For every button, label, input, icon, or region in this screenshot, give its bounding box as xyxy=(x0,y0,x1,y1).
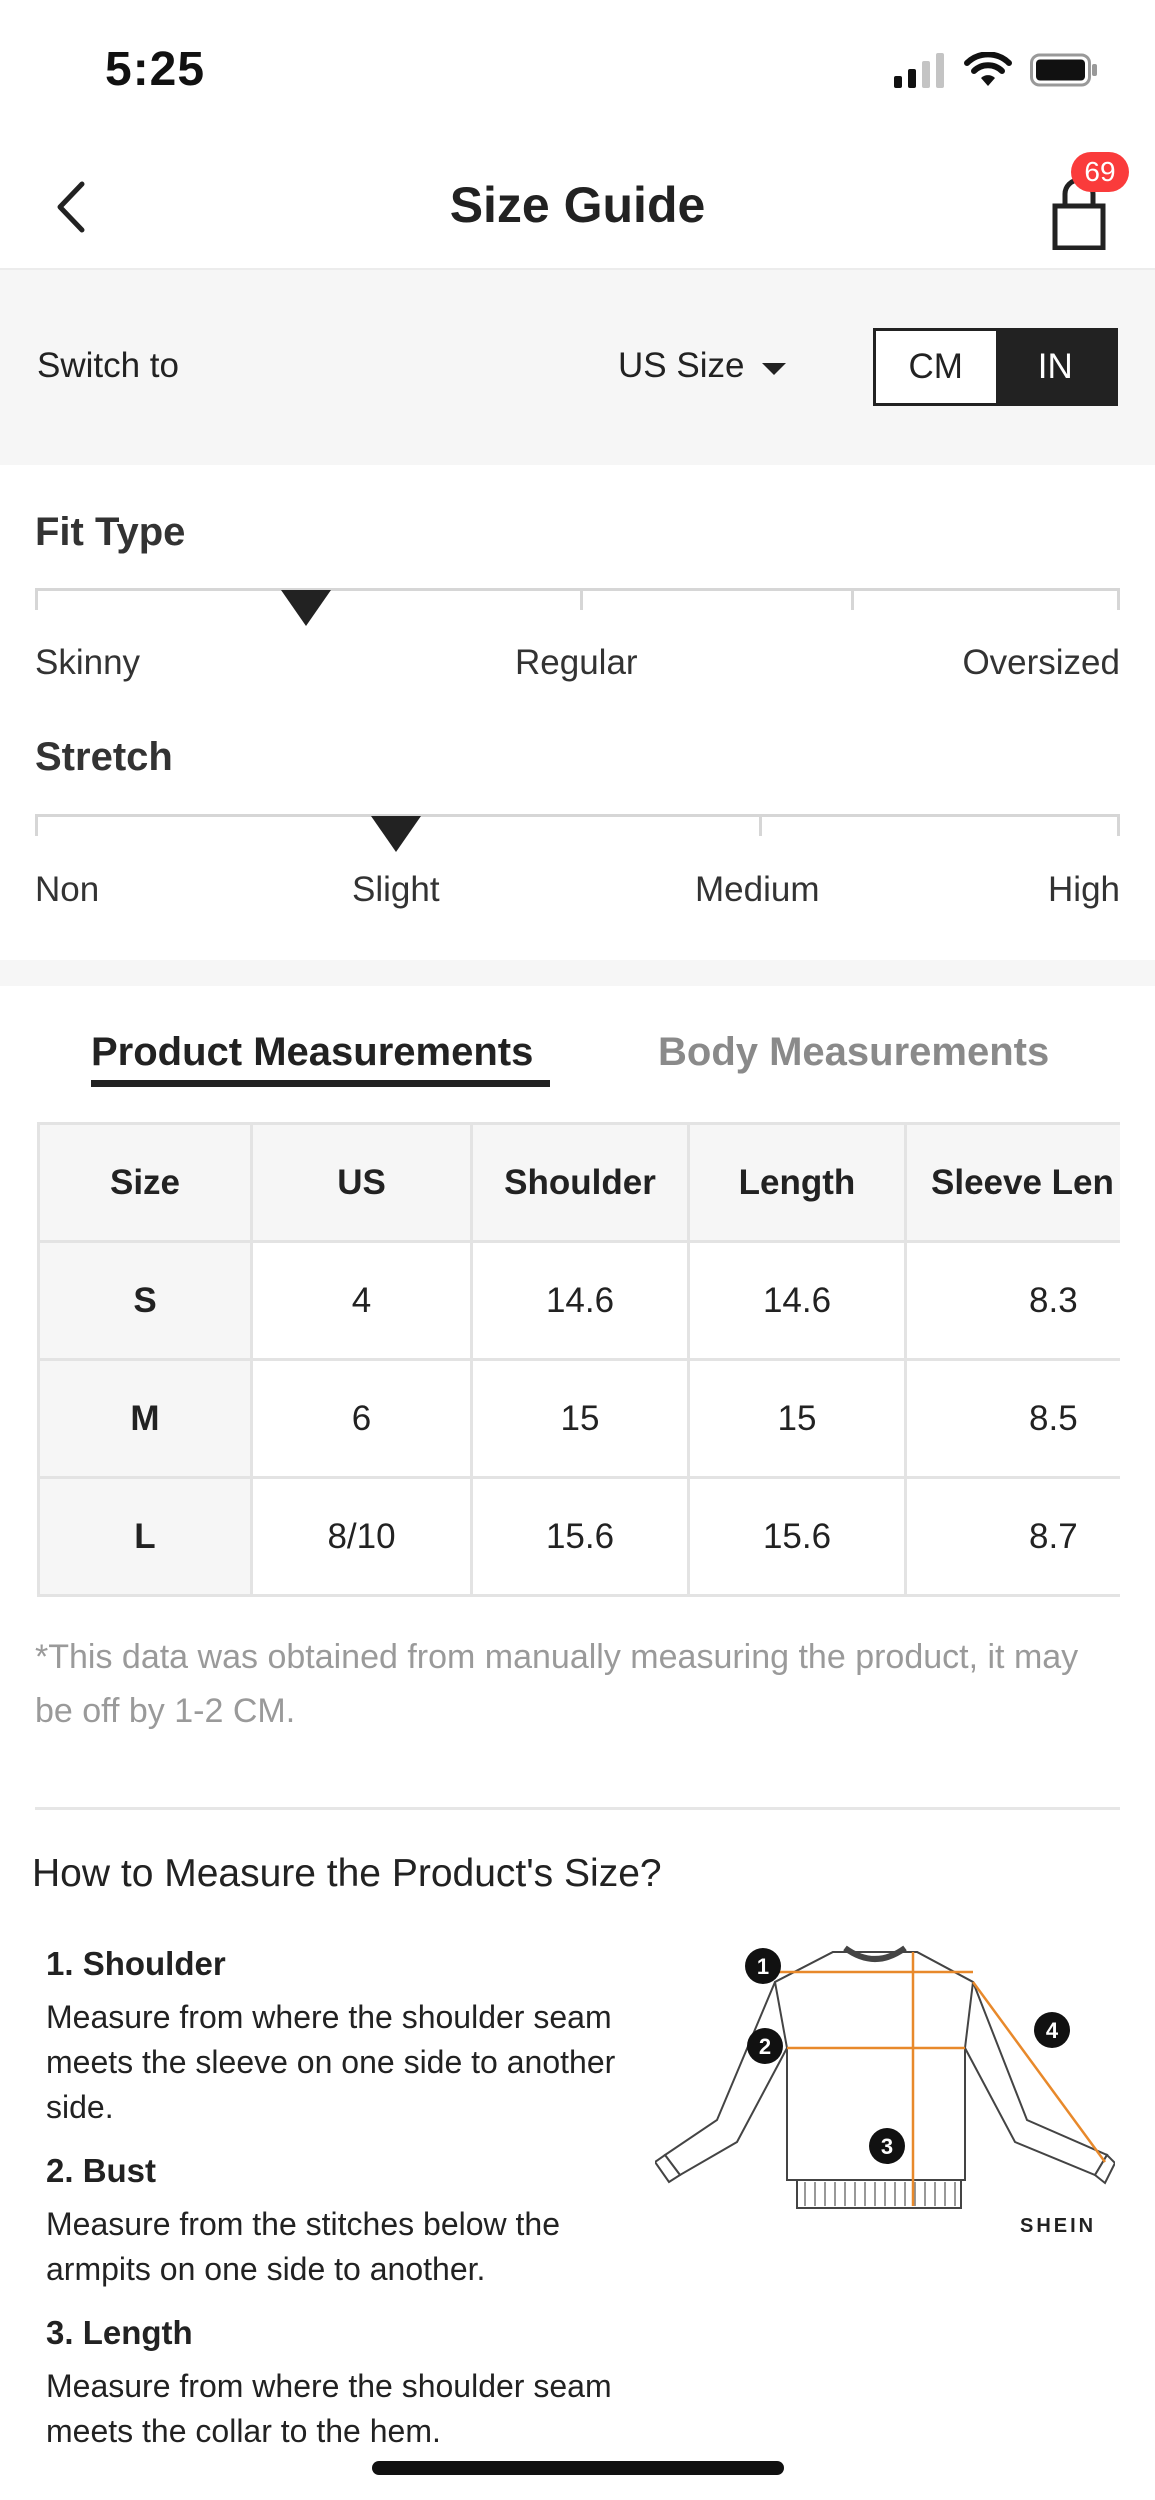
measure-item-title: 1. Shoulder xyxy=(46,1945,226,1982)
cell-length: 15 xyxy=(687,1358,907,1479)
diagram-marker-2: 2 xyxy=(759,2034,771,2059)
cell-sleeve-length: 8.5 xyxy=(904,1358,1120,1479)
switch-bar: Switch to US Size CM IN xyxy=(0,270,1155,465)
header-size: Size xyxy=(37,1122,253,1243)
caret-down-icon xyxy=(762,363,787,375)
stretch-label-medium: Medium xyxy=(695,870,820,909)
measurement-note: *This data was obtained from manually me… xyxy=(35,1638,1079,1730)
table-row: S 4 14.6 14.6 8.3 xyxy=(37,1240,1120,1361)
nav-bar: Size Guide 69 xyxy=(0,140,1155,270)
stretch-label-slight: Slight xyxy=(352,870,440,909)
cell-shoulder: 15 xyxy=(470,1358,690,1479)
size-system-value: US Size xyxy=(618,346,745,385)
tab-product-measurements[interactable]: Product Measurements xyxy=(91,1030,533,1075)
stretch-label-high: High xyxy=(1048,870,1120,909)
size-system-dropdown[interactable]: US Size xyxy=(618,346,787,386)
size-table-scroll[interactable]: Size US Shoulder Length Sleeve Len S 4 1… xyxy=(37,1122,1120,1598)
wifi-icon xyxy=(964,52,1012,86)
table-header-row: Size US Shoulder Length Sleeve Len xyxy=(37,1122,1120,1243)
scale-tick xyxy=(851,588,854,610)
tab-body-measurements[interactable]: Body Measurements xyxy=(658,1030,1049,1075)
cell-us: 6 xyxy=(250,1358,473,1479)
home-indicator xyxy=(372,2461,784,2475)
fit-label-oversized: Oversized xyxy=(962,643,1120,682)
size-table: Size US Shoulder Length Sleeve Len S 4 1… xyxy=(37,1122,1120,1597)
stretch-label-non: Non xyxy=(35,870,100,909)
page-title: Size Guide xyxy=(449,177,706,233)
fit-type-scale xyxy=(35,588,1120,610)
measure-item-title: 2. Bust xyxy=(46,2152,157,2189)
cell-length: 14.6 xyxy=(687,1240,907,1361)
unit-toggle: CM IN xyxy=(873,328,1118,406)
stretch-title: Stretch xyxy=(35,735,173,779)
cell-sleeve-length: 8.3 xyxy=(904,1240,1120,1361)
diagram-marker-4: 4 xyxy=(1046,2018,1059,2043)
cart-count-badge: 69 xyxy=(1071,152,1129,192)
unit-in-button[interactable]: IN xyxy=(995,331,1115,403)
cell-us: 8/10 xyxy=(250,1476,473,1597)
cell-size: M xyxy=(37,1358,253,1479)
status-bar: 5:25 xyxy=(0,0,1155,140)
cell-us: 4 xyxy=(250,1240,473,1361)
status-icons xyxy=(894,52,1100,88)
sweater-measurement-diagram: 1 2 3 4 xyxy=(655,1945,1115,2209)
fit-label-skinny: Skinny xyxy=(35,643,141,682)
measure-item-desc: Measure from where the shoulder seam mee… xyxy=(46,2368,612,2449)
header-length: Length xyxy=(687,1122,907,1243)
scale-tick xyxy=(759,814,762,836)
measure-item-desc: Measure from where the shoulder seam mee… xyxy=(46,1999,616,2125)
unit-cm-button[interactable]: CM xyxy=(876,331,996,403)
cell-shoulder: 15.6 xyxy=(470,1476,690,1597)
measure-item-length: 3. Length Measure from where the shoulde… xyxy=(46,2314,626,2454)
how-to-measure-title: How to Measure the Product's Size? xyxy=(32,1852,662,1895)
cell-size: L xyxy=(37,1476,253,1597)
switch-to-label: Switch to xyxy=(37,346,179,385)
header-shoulder: Shoulder xyxy=(470,1122,690,1243)
cell-length: 15.6 xyxy=(687,1476,907,1597)
brand-logo: SHEIN xyxy=(1020,2215,1097,2237)
measure-instructions: 1. Shoulder Measure from where the shoul… xyxy=(46,1945,626,2476)
diagram-marker-3: 3 xyxy=(881,2134,893,2159)
cell-sleeve-length: 8.7 xyxy=(904,1476,1120,1597)
fit-type-marker xyxy=(281,590,332,626)
stretch-scale xyxy=(35,814,1120,836)
table-row: M 6 15 15 8.5 xyxy=(37,1358,1120,1479)
status-time: 5:25 xyxy=(105,43,206,96)
content-divider xyxy=(35,1807,1120,1810)
cell-size: S xyxy=(37,1240,253,1361)
active-tab-underline xyxy=(91,1080,550,1087)
measure-item-desc: Measure from the stitches below the armp… xyxy=(46,2206,561,2287)
table-row: L 8/10 15.6 15.6 8.7 xyxy=(37,1476,1120,1597)
scale-tick xyxy=(580,588,583,610)
shopping-bag-button[interactable]: 69 xyxy=(1037,152,1129,251)
fit-label-regular: Regular xyxy=(515,643,638,682)
measure-item-shoulder: 1. Shoulder Measure from where the shoul… xyxy=(46,1945,626,2130)
cell-shoulder: 14.6 xyxy=(470,1240,690,1361)
battery-icon xyxy=(1030,53,1097,87)
section-divider xyxy=(0,960,1155,986)
measure-item-title: 3. Length xyxy=(46,2314,193,2351)
header-us: US xyxy=(250,1122,473,1243)
measure-item-bust: 2. Bust Measure from the stitches below … xyxy=(46,2152,626,2292)
cellular-signal-icon xyxy=(894,53,944,88)
header-sleeve-length: Sleeve Len xyxy=(904,1122,1120,1243)
fit-type-title: Fit Type xyxy=(35,510,186,554)
stretch-marker xyxy=(371,816,422,852)
diagram-marker-1: 1 xyxy=(757,1954,769,1979)
